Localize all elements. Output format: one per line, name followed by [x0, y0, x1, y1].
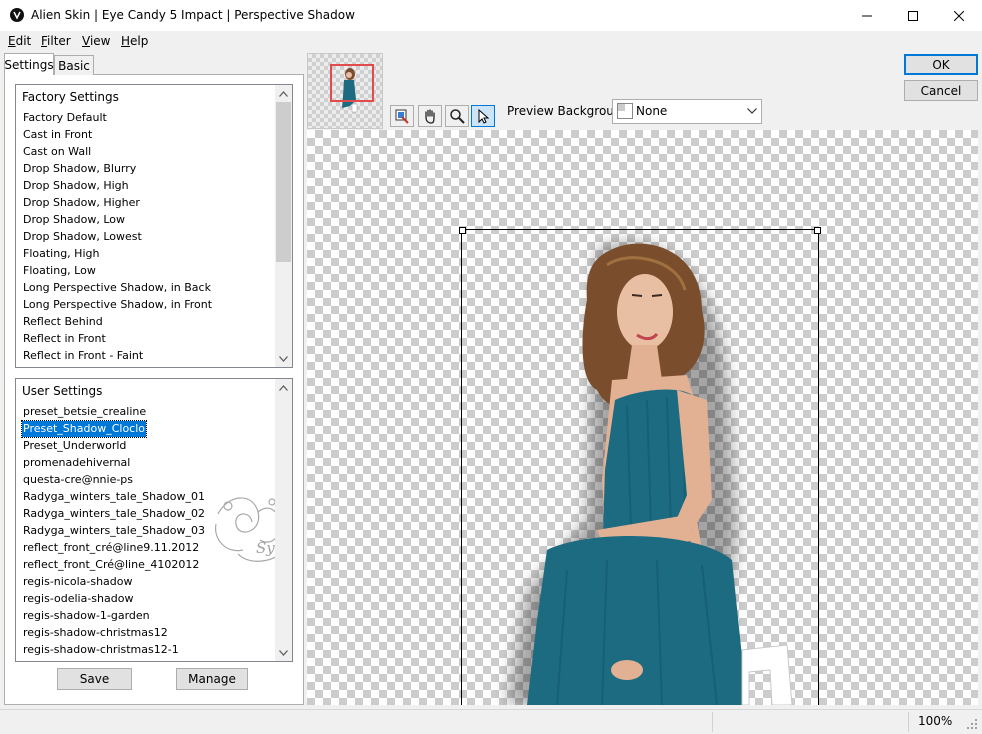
list-item[interactable]: Drop Shadow, Lowest — [22, 229, 143, 245]
user-settings-header: User Settings — [22, 384, 103, 398]
scroll-down-button[interactable] — [275, 350, 292, 367]
cancel-button[interactable]: Cancel — [904, 80, 978, 101]
menu-help-accel: H — [121, 34, 131, 48]
menu-edit-accel: E — [8, 34, 16, 48]
list-item[interactable]: Drop Shadow, Higher — [22, 195, 141, 211]
handle-top-left[interactable] — [459, 227, 466, 234]
list-item[interactable]: regis-shadow-christmas12 — [22, 625, 169, 641]
list-item[interactable]: regis-nicola-shadow — [22, 574, 134, 590]
list-item[interactable]: Radyga_winters_tale_Shadow_01 — [22, 489, 206, 505]
chevron-down-icon — [279, 649, 288, 656]
chevron-up-icon — [279, 384, 288, 391]
menu-filter-label: ilter — [47, 34, 71, 48]
list-item[interactable]: Cast on Wall — [22, 144, 92, 160]
menu-edit-label: dit — [15, 34, 32, 48]
list-item[interactable]: Floating, Low — [22, 263, 97, 279]
close-icon — [954, 10, 964, 21]
minimize-button[interactable] — [844, 0, 890, 31]
menu-filter[interactable]: Filter — [41, 34, 71, 48]
list-item[interactable]: reflect_front_Cré@line_4102012 — [22, 557, 200, 573]
close-button[interactable] — [936, 0, 982, 31]
list-item[interactable]: regis-shadow-christmas12-1 — [22, 642, 180, 658]
list-item[interactable]: Reflect in Front — [22, 331, 107, 347]
list-item[interactable]: Floating, High — [22, 246, 100, 262]
scroll-up-button[interactable] — [275, 379, 292, 396]
list-item[interactable]: Preset_Shadow_Cloclo — [20, 420, 148, 438]
user-settings-list[interactable]: User Settings preset_betsie_crealine Pres… — [15, 378, 293, 662]
list-item[interactable]: Long Perspective Shadow, in Back — [22, 280, 212, 296]
hand-icon — [425, 109, 435, 124]
list-item[interactable]: Reflect Behind — [22, 314, 104, 330]
factory-scrollbar[interactable] — [275, 85, 292, 367]
list-item[interactable]: regis-shadow-1-garden — [22, 608, 151, 624]
status-divider — [712, 712, 713, 732]
magnifier-icon — [450, 109, 465, 124]
tab-settings[interactable]: Settings — [4, 53, 54, 75]
menu-view-accel: V — [82, 34, 90, 48]
list-item[interactable]: questa-cre@nnie-ps — [22, 472, 134, 488]
status-bar — [0, 709, 982, 734]
factory-settings-header: Factory Settings — [22, 90, 119, 104]
status-divider — [908, 712, 909, 732]
user-scrollbar[interactable] — [275, 379, 292, 661]
chevron-down-icon — [279, 355, 288, 362]
zoom-tool[interactable] — [445, 105, 469, 127]
list-item[interactable]: Radyga_winters_tale_Shadow_02 — [22, 506, 206, 522]
list-item[interactable]: Drop Shadow, Blurry — [22, 161, 137, 177]
alien-skin-icon — [10, 8, 24, 22]
list-item[interactable]: preset_betsie_crealine — [22, 404, 147, 420]
color-swatch — [617, 103, 633, 119]
eye-dropper-tool[interactable] — [390, 105, 414, 127]
handle-top-right[interactable] — [814, 227, 821, 234]
list-item[interactable]: Cast in Front — [22, 127, 93, 143]
maximize-button[interactable] — [890, 0, 936, 31]
pointer-tool[interactable] — [471, 105, 495, 127]
manage-button[interactable]: Manage — [176, 668, 248, 690]
list-item[interactable]: reflect_front_cré@line9.11.2012 — [22, 540, 200, 556]
list-item[interactable]: Reflect in Front - Faint — [22, 348, 144, 364]
chevron-up-icon — [279, 90, 288, 97]
zoom-level: 100% — [918, 714, 953, 728]
preview-image — [507, 242, 793, 705]
preview-background-select[interactable]: None — [612, 99, 762, 124]
resize-grip-icon[interactable] — [966, 718, 978, 730]
list-item[interactable]: regis-odelia-shadow — [22, 591, 134, 607]
factory-settings-list[interactable]: Factory Settings Factory Default Cast in … — [15, 84, 293, 368]
menu-view-label: iew — [89, 34, 111, 48]
minimize-icon — [862, 15, 872, 16]
chevron-down-icon — [747, 108, 757, 114]
save-button[interactable]: Save — [57, 668, 132, 690]
ok-button[interactable]: OK — [904, 54, 978, 75]
tab-basic[interactable]: Basic — [54, 55, 94, 75]
eye-dropper-icon — [395, 109, 409, 124]
scroll-thumb[interactable] — [276, 102, 291, 262]
list-item[interactable]: Radyga_winters_tale_Shadow_03 — [22, 523, 206, 539]
scroll-down-button[interactable] — [275, 644, 292, 661]
arrow-pointer-icon — [478, 108, 490, 124]
list-item[interactable]: Factory Default — [22, 110, 108, 126]
swatch-check — [618, 104, 625, 111]
list-item[interactable]: Long Perspective Shadow, in Front — [22, 297, 213, 313]
list-item[interactable]: promenadehivernal — [22, 455, 131, 471]
navigator-view-frame[interactable] — [330, 64, 374, 102]
menu-help-label: elp — [130, 34, 149, 48]
list-item[interactable]: Drop Shadow, Low — [22, 212, 126, 228]
hand-tool[interactable] — [418, 105, 442, 127]
preview-background-value: None — [636, 104, 668, 118]
menu-view[interactable]: View — [82, 34, 110, 48]
list-item[interactable]: Preset_Underworld — [22, 438, 127, 454]
list-item[interactable]: Drop Shadow, High — [22, 178, 130, 194]
preview-canvas[interactable] — [307, 130, 978, 705]
maximize-icon — [908, 10, 918, 21]
menu-help[interactable]: Help — [121, 34, 148, 48]
scroll-up-button[interactable] — [275, 85, 292, 102]
menu-edit[interactable]: Edit — [8, 34, 31, 48]
window-title: Alien Skin | Eye Candy 5 Impact | Perspe… — [31, 8, 355, 22]
